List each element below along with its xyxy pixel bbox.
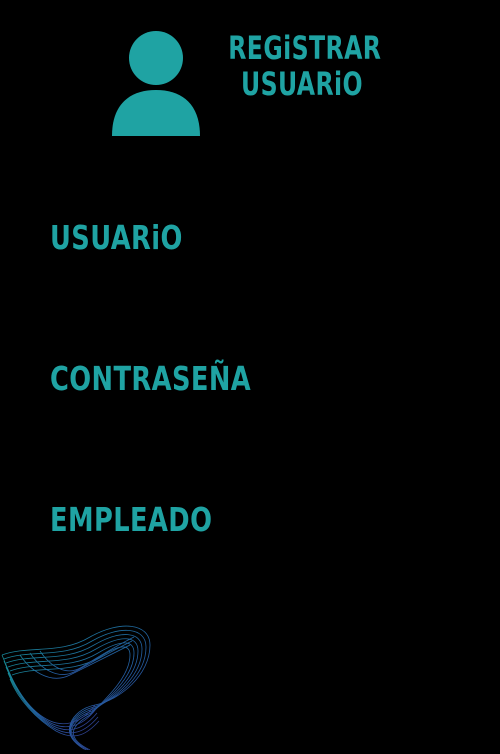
abstract-wave-icon — [0, 615, 170, 751]
usuario-label: USUARiO — [50, 218, 183, 257]
page-title-line-1: REGiSTRAR — [228, 29, 382, 67]
page-title: REGiSTRAR USUARiO — [228, 29, 382, 103]
contrasena-label: CONTRASEÑA — [50, 359, 252, 398]
user-icon — [112, 30, 200, 138]
page-title-line-2: USUARiO — [240, 65, 364, 103]
empleado-label: EMPLEADO — [50, 500, 213, 539]
